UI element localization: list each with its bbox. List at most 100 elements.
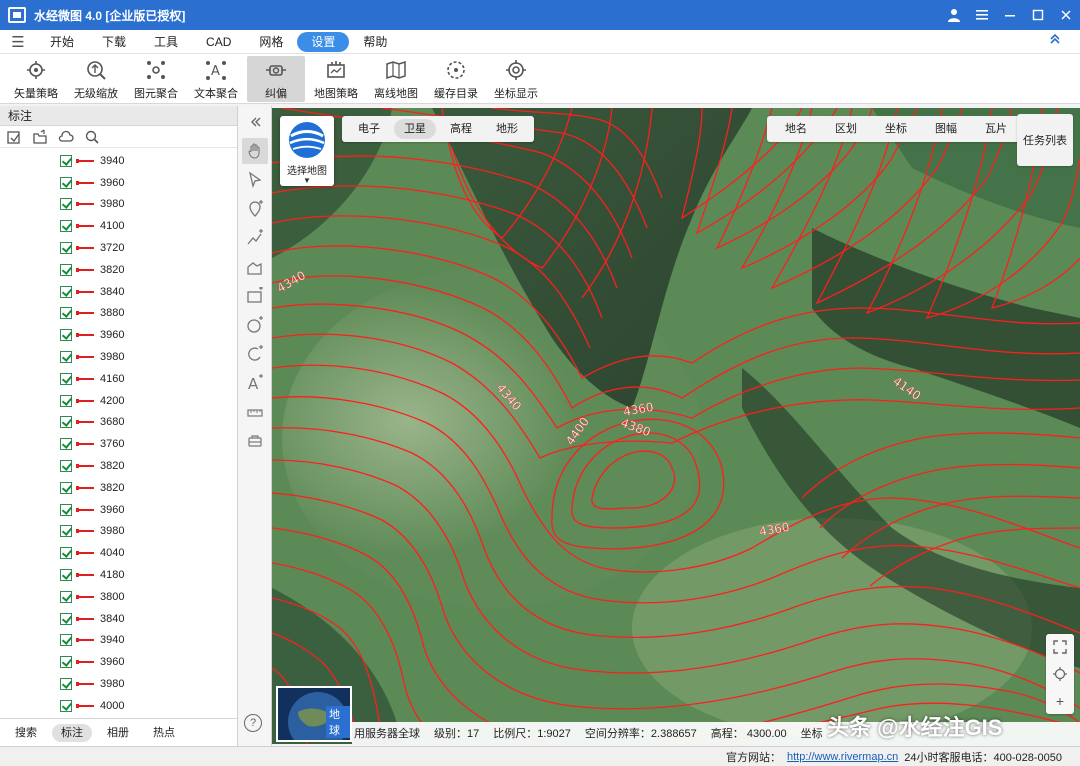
layer-checkbox[interactable] bbox=[60, 242, 72, 255]
layer-checkbox[interactable] bbox=[60, 634, 72, 647]
overlay-district[interactable]: 区划 bbox=[821, 119, 871, 139]
layer-checkbox[interactable] bbox=[60, 525, 72, 538]
layer-checkbox[interactable] bbox=[60, 176, 72, 189]
menu-grid[interactable]: 网格 bbox=[245, 32, 297, 52]
layer-row[interactable]: 4160 bbox=[0, 368, 237, 390]
menu-cad[interactable]: CAD bbox=[192, 32, 245, 52]
layer-row[interactable]: 3820 bbox=[0, 455, 237, 477]
tool-coordinate-display[interactable]: 坐标显示 bbox=[487, 56, 545, 102]
tool-stepless-zoom[interactable]: 无级缩放 bbox=[67, 56, 125, 102]
pan-hand-icon[interactable] bbox=[242, 138, 268, 164]
layer-row[interactable]: 3980 bbox=[0, 673, 237, 695]
menu-icon[interactable] bbox=[968, 0, 996, 30]
layer-checkbox[interactable] bbox=[60, 307, 72, 320]
layer-row[interactable]: 3720 bbox=[0, 237, 237, 259]
tool-offset-correction[interactable]: 纠偏 bbox=[247, 56, 305, 102]
maptype-elevation[interactable]: 高程 bbox=[440, 119, 482, 139]
add-rectangle-icon[interactable] bbox=[242, 283, 268, 309]
layer-checkbox[interactable] bbox=[60, 416, 72, 429]
layer-checkbox[interactable] bbox=[60, 460, 72, 473]
layer-row[interactable]: 3980 bbox=[0, 346, 237, 368]
layer-checkbox[interactable] bbox=[60, 612, 72, 625]
layer-row[interactable]: 4100 bbox=[0, 215, 237, 237]
add-line-icon[interactable] bbox=[242, 225, 268, 251]
task-list-button[interactable]: 任务列表 bbox=[1017, 114, 1073, 166]
layer-checkbox[interactable] bbox=[60, 394, 72, 407]
close-icon[interactable] bbox=[1052, 0, 1080, 30]
help-icon[interactable]: ? bbox=[244, 714, 262, 732]
maptype-electronic[interactable]: 电子 bbox=[348, 119, 390, 139]
map-view[interactable]: 4340 4340 4400 4360 4380 4140 4360 选择地图 … bbox=[272, 108, 1080, 744]
layer-checkbox[interactable] bbox=[60, 481, 72, 494]
map-source-chooser[interactable]: 选择地图 ▼ bbox=[280, 116, 334, 186]
layer-row[interactable]: 3820 bbox=[0, 259, 237, 281]
export-icon[interactable] bbox=[32, 129, 48, 145]
layer-checkbox[interactable] bbox=[60, 678, 72, 691]
menu-start[interactable]: 开始 bbox=[36, 32, 88, 52]
tab-hotspot[interactable]: 热点 bbox=[144, 724, 184, 742]
maptype-satellite[interactable]: 卫星 bbox=[394, 119, 436, 139]
layer-checkbox[interactable] bbox=[60, 569, 72, 582]
add-sector-icon[interactable] bbox=[242, 341, 268, 367]
layer-row[interactable]: 3880 bbox=[0, 303, 237, 325]
add-polygon-icon[interactable] bbox=[242, 254, 268, 280]
layer-row[interactable]: 3960 bbox=[0, 651, 237, 673]
tab-annotation[interactable]: 标注 bbox=[52, 723, 92, 742]
layer-row[interactable]: 3960 bbox=[0, 499, 237, 521]
zoom-in-icon[interactable]: + bbox=[1051, 692, 1069, 710]
tool-vector-strategy[interactable]: 矢量策略 bbox=[7, 56, 65, 102]
menu-help[interactable]: 帮助 bbox=[349, 32, 401, 52]
layer-checkbox[interactable] bbox=[60, 263, 72, 276]
overlay-coordinate[interactable]: 坐标 bbox=[871, 119, 921, 139]
layer-checkbox[interactable] bbox=[60, 351, 72, 364]
tool-offline-map[interactable]: 离线地图 bbox=[367, 56, 425, 102]
layer-checkbox[interactable] bbox=[60, 329, 72, 342]
layer-checkbox[interactable] bbox=[60, 547, 72, 560]
layer-row[interactable]: 3940 bbox=[0, 630, 237, 652]
layer-row[interactable]: 3940 bbox=[0, 150, 237, 172]
clear-eraser-icon[interactable] bbox=[242, 428, 268, 454]
menu-tools[interactable]: 工具 bbox=[140, 32, 192, 52]
layer-row[interactable]: 3820 bbox=[0, 477, 237, 499]
maptype-terrain[interactable]: 地形 bbox=[486, 119, 528, 139]
tool-map-strategy[interactable]: 地图策略 bbox=[307, 56, 365, 102]
layer-row[interactable]: 4200 bbox=[0, 390, 237, 412]
overlay-sheet[interactable]: 图幅 bbox=[921, 119, 971, 139]
tool-text-cluster[interactable]: A 文本聚合 bbox=[187, 56, 245, 102]
add-point-icon[interactable] bbox=[242, 196, 268, 222]
layer-checkbox[interactable] bbox=[60, 220, 72, 233]
select-arrow-icon[interactable] bbox=[242, 167, 268, 193]
minimap[interactable]: 地球 bbox=[276, 686, 352, 742]
layer-checkbox[interactable] bbox=[60, 503, 72, 516]
collapse-panel-icon[interactable] bbox=[242, 109, 268, 135]
add-circle-icon[interactable] bbox=[242, 312, 268, 338]
layer-row[interactable]: 3960 bbox=[0, 324, 237, 346]
tool-cache-folder[interactable]: 缓存目录 bbox=[427, 56, 485, 102]
measure-ruler-icon[interactable] bbox=[242, 399, 268, 425]
import-icon[interactable] bbox=[6, 129, 22, 145]
layer-checkbox[interactable] bbox=[60, 656, 72, 669]
layer-row[interactable]: 3960 bbox=[0, 172, 237, 194]
layer-checkbox[interactable] bbox=[60, 590, 72, 603]
overlay-placename[interactable]: 地名 bbox=[771, 119, 821, 139]
layer-row[interactable]: 4180 bbox=[0, 564, 237, 586]
layer-row[interactable]: 3840 bbox=[0, 281, 237, 303]
maximize-icon[interactable] bbox=[1024, 0, 1052, 30]
layer-row[interactable]: 3980 bbox=[0, 521, 237, 543]
layer-checkbox[interactable] bbox=[60, 285, 72, 298]
tab-album[interactable]: 相册 bbox=[98, 724, 138, 742]
menu-download[interactable]: 下载 bbox=[88, 32, 140, 52]
layer-checkbox[interactable] bbox=[60, 154, 72, 167]
layer-checkbox[interactable] bbox=[60, 699, 72, 712]
cloud-icon[interactable] bbox=[58, 129, 74, 145]
add-text-icon[interactable]: A bbox=[242, 370, 268, 396]
layer-row[interactable]: 3980 bbox=[0, 194, 237, 216]
minimize-icon[interactable] bbox=[996, 0, 1024, 30]
layer-checkbox[interactable] bbox=[60, 372, 72, 385]
layer-row[interactable]: 3840 bbox=[0, 608, 237, 630]
satellite-map-canvas[interactable]: 4340 4340 4400 4360 4380 4140 4360 bbox=[272, 108, 1080, 744]
layer-checkbox[interactable] bbox=[60, 198, 72, 211]
collapse-ribbon-icon[interactable] bbox=[1048, 32, 1062, 49]
search-icon[interactable] bbox=[84, 129, 100, 145]
layer-row[interactable]: 4040 bbox=[0, 542, 237, 564]
